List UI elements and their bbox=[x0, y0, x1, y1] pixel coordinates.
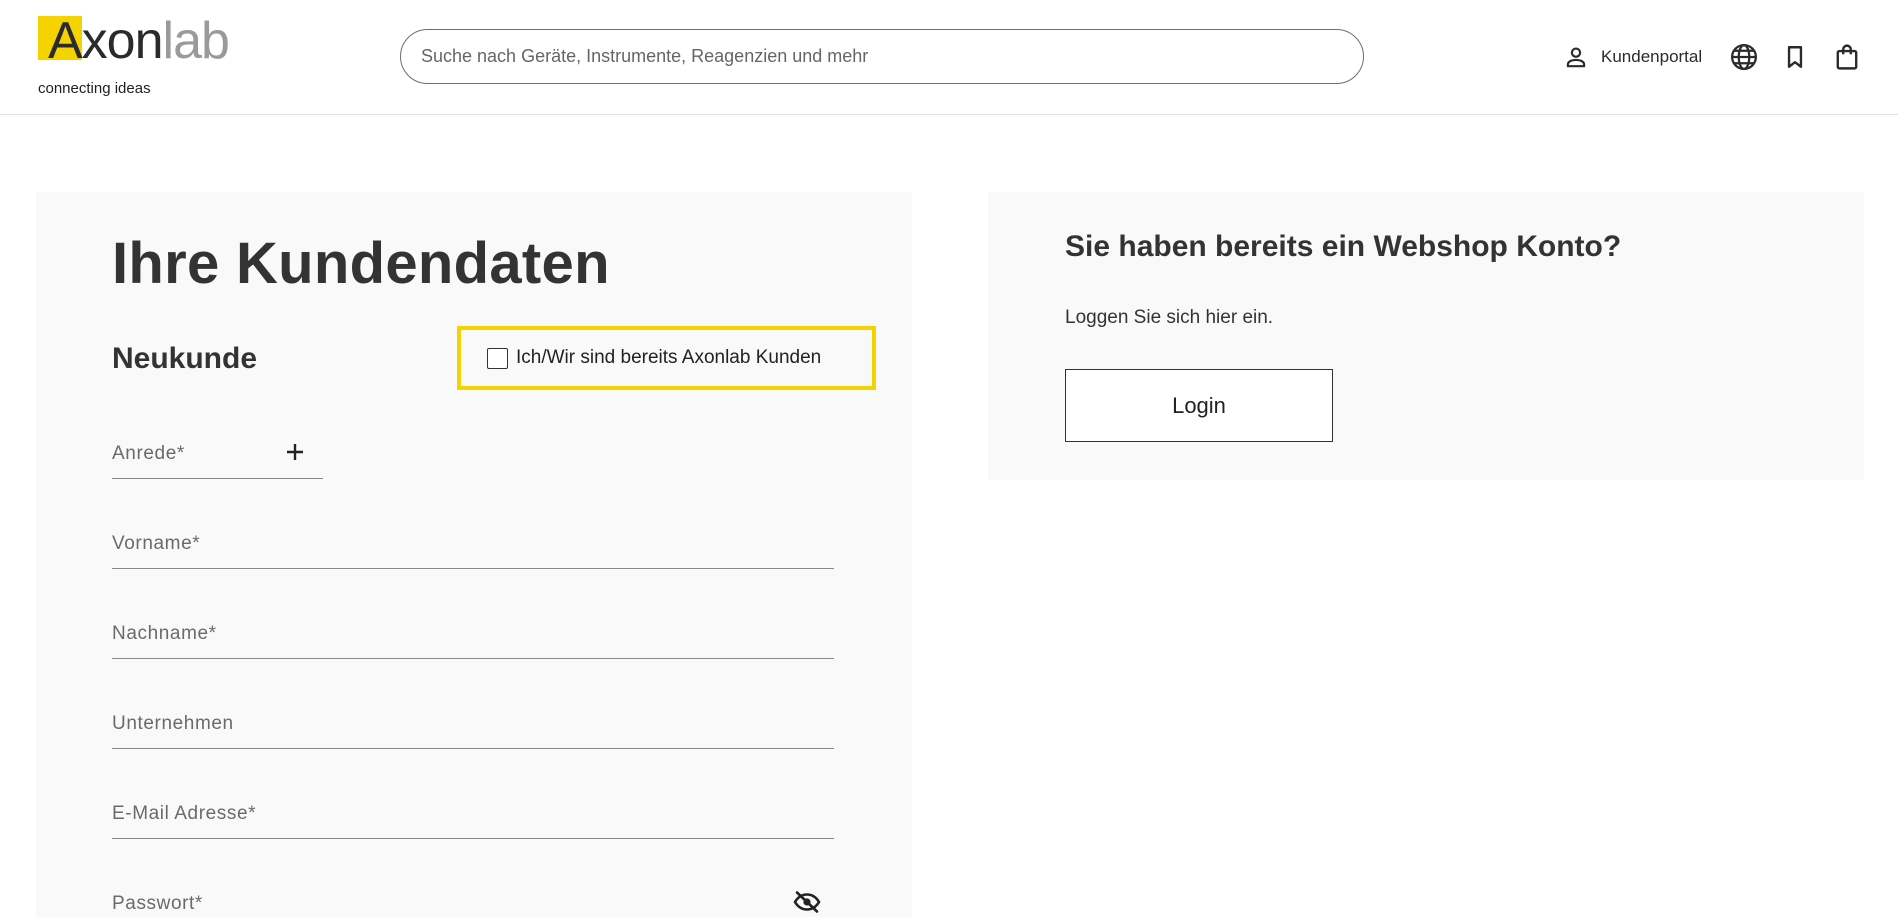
logo-tagline: connecting ideas bbox=[38, 80, 151, 97]
existing-customer-checkbox[interactable] bbox=[487, 347, 508, 369]
shopping-bag-icon bbox=[1836, 44, 1858, 70]
last-name-input[interactable] bbox=[112, 609, 834, 658]
search-input[interactable] bbox=[421, 30, 1341, 83]
bookmark-icon bbox=[1787, 46, 1803, 68]
plus-icon[interactable] bbox=[282, 439, 308, 465]
first-name-input[interactable] bbox=[112, 519, 834, 568]
customer-portal-label: Kundenportal bbox=[1601, 47, 1703, 66]
registration-panel: Ihre Kundendaten Neukunde Ich/Wir sind b… bbox=[36, 192, 912, 917]
login-button[interactable]: Login bbox=[1065, 369, 1333, 442]
password-input[interactable] bbox=[112, 879, 834, 917]
login-panel-text: Loggen Sie sich hier ein. bbox=[1065, 307, 1274, 328]
language-button[interactable] bbox=[1727, 40, 1761, 74]
existing-customer-label: Ich/Wir sind bereits Axonlab Kunden bbox=[516, 347, 822, 368]
login-panel: Sie haben bereits ein Webshop Konto? Log… bbox=[988, 192, 1864, 480]
eye-off-icon[interactable] bbox=[792, 889, 822, 915]
axonlab-logo[interactable]: Axonlab connecting ideas bbox=[38, 12, 238, 100]
logo-word-accent: lab bbox=[162, 12, 230, 70]
company-input[interactable] bbox=[112, 699, 834, 748]
logo-word-main: Axon bbox=[48, 12, 164, 70]
cart-button[interactable] bbox=[1830, 40, 1864, 74]
bookmarks-button[interactable] bbox=[1778, 40, 1812, 74]
last-name-field[interactable]: Nachname* bbox=[112, 609, 834, 659]
page-title: Ihre Kundendaten bbox=[112, 231, 610, 296]
existing-customer-option[interactable]: Ich/Wir sind bereits Axonlab Kunden bbox=[457, 326, 876, 390]
email-field[interactable]: E-Mail Adresse* bbox=[112, 789, 834, 839]
company-field[interactable]: Unternehmen bbox=[112, 699, 834, 749]
login-panel-title: Sie haben bereits ein Webshop Konto? bbox=[1065, 230, 1622, 263]
password-field[interactable]: Passwort* bbox=[112, 879, 834, 917]
site-header: Axonlab connecting ideas Kundenportal bbox=[0, 0, 1898, 115]
search-bar[interactable] bbox=[400, 29, 1364, 84]
section-title-new-customer: Neukunde bbox=[112, 342, 258, 375]
salutation-label: Anrede* bbox=[112, 443, 185, 464]
first-name-field[interactable]: Vorname* bbox=[112, 519, 834, 569]
user-icon bbox=[1566, 47, 1586, 68]
globe-icon bbox=[1731, 44, 1757, 70]
customer-portal-link[interactable]: Kundenportal bbox=[1563, 40, 1702, 74]
salutation-select[interactable]: Anrede* bbox=[112, 429, 323, 479]
email-input[interactable] bbox=[112, 789, 834, 838]
logo-wordmark: Axonlab bbox=[48, 12, 230, 70]
